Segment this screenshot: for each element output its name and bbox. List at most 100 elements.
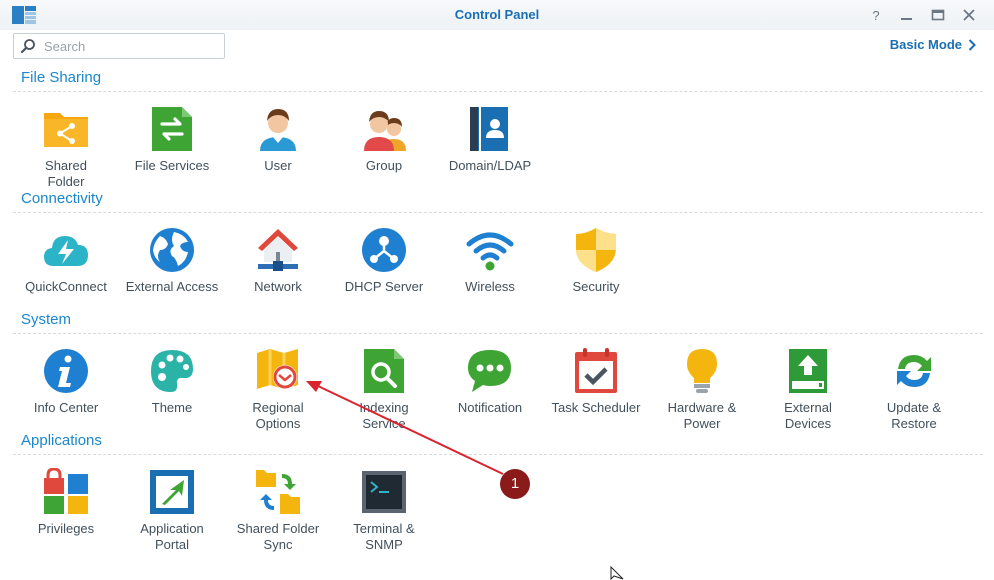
item-label-line2: Power: [683, 416, 721, 431]
section-divider: [13, 454, 983, 455]
user-icon: [260, 109, 296, 151]
quickconnect-icon: [44, 236, 88, 266]
notification-icon: [468, 350, 511, 392]
item-label: User: [264, 158, 292, 173]
section-title-connectivity: Connectivity: [21, 190, 103, 207]
close-button[interactable]: [959, 5, 979, 25]
item-label-line2: Service: [362, 416, 406, 431]
item-label-line1: Shared: [45, 158, 87, 173]
update-restore-icon: [897, 355, 931, 387]
network-item[interactable]: Network: [225, 226, 331, 295]
item-label-line2: Restore: [891, 416, 937, 431]
minimize-icon: [901, 18, 912, 20]
section-title-file-sharing: File Sharing: [21, 69, 102, 86]
regional-options-icon: [257, 349, 298, 389]
item-label-line1: Application: [140, 521, 204, 536]
title-bar: Control Panel ?: [0, 0, 994, 30]
window-title: Control Panel: [454, 7, 540, 22]
search-input[interactable]: [44, 37, 214, 55]
item-label: Theme: [151, 400, 193, 415]
item-label: QuickConnect: [25, 279, 107, 294]
info-center-icon: [44, 349, 88, 393]
item-label-line1: Shared Folder: [236, 521, 320, 536]
regional-options-item[interactable]: Regional Options: [225, 347, 331, 432]
security-item[interactable]: Security: [543, 226, 649, 295]
wireless-icon: [466, 232, 514, 271]
domain-ldap-icon: [470, 107, 508, 151]
indexing-service-item[interactable]: Indexing Service: [331, 347, 437, 432]
shared-folder-item[interactable]: Shared Folder: [13, 105, 119, 190]
item-label: Task Scheduler: [551, 400, 641, 415]
item-label: Wireless: [465, 279, 515, 294]
item-label: Domain/LDAP: [448, 158, 532, 173]
external-devices-item[interactable]: External Devices: [755, 347, 861, 432]
item-label: File Services: [134, 158, 210, 173]
shared-folder-sync-icon: [256, 470, 300, 514]
maximize-button[interactable]: [928, 5, 948, 25]
application-portal-icon: [150, 470, 194, 514]
basic-mode-link[interactable]: Basic Mode: [890, 37, 976, 52]
minimize-button[interactable]: [897, 5, 917, 25]
info-center-item[interactable]: Info Center: [13, 347, 119, 416]
application-portal-item[interactable]: Application Portal: [119, 468, 225, 553]
basic-mode-label: Basic Mode: [889, 37, 962, 52]
domain-ldap-item[interactable]: Domain/LDAP: [437, 105, 543, 174]
terminal-snmp-icon: [362, 471, 406, 513]
search-box[interactable]: [13, 33, 225, 59]
indexing-service-icon: [364, 349, 404, 393]
item-label: Notification: [457, 400, 523, 415]
user-item[interactable]: User: [225, 105, 331, 174]
item-label-line1: Indexing: [359, 400, 409, 415]
group-icon: [364, 111, 406, 151]
item-label: External Access: [125, 279, 219, 294]
item-label-line2: Devices: [784, 416, 832, 431]
item-label-line1: External: [784, 400, 832, 415]
task-scheduler-icon: [575, 348, 617, 393]
item-label: DHCP Server: [344, 279, 424, 294]
shared-folder-icon: [44, 113, 88, 147]
external-access-item[interactable]: External Access: [119, 226, 225, 295]
section-title-system: System: [21, 311, 72, 328]
notification-item[interactable]: Notification: [437, 347, 543, 416]
section-divider: [13, 333, 983, 334]
help-button[interactable]: ?: [866, 5, 886, 25]
item-label-line2: Sync: [263, 537, 293, 552]
item-label-line1: Update &: [886, 400, 942, 415]
external-devices-icon: [789, 349, 827, 393]
item-label-line2: Portal: [155, 537, 189, 552]
item-label-line2: Folder: [47, 174, 85, 189]
item-label: Privileges: [37, 521, 95, 536]
close-icon: [963, 9, 975, 21]
group-item[interactable]: Group: [331, 105, 437, 174]
item-label-line1: Hardware &: [667, 400, 737, 415]
dhcp-server-icon: [362, 228, 406, 272]
section-title-applications: Applications: [21, 432, 102, 449]
item-label-line2: Options: [255, 416, 301, 431]
external-access-icon: [150, 228, 194, 272]
section-divider: [13, 91, 983, 92]
item-label-line1: Regional: [252, 400, 304, 415]
update-restore-item[interactable]: Update & Restore: [861, 347, 967, 432]
section-divider: [13, 212, 983, 213]
item-label: Info Center: [33, 400, 99, 415]
item-label: Security: [572, 279, 620, 294]
maximize-icon: [931, 9, 945, 21]
dhcp-server-item[interactable]: DHCP Server: [331, 226, 437, 295]
search-icon: [20, 39, 35, 54]
wireless-item[interactable]: Wireless: [437, 226, 543, 295]
terminal-snmp-item[interactable]: Terminal & SNMP: [331, 468, 437, 553]
file-services-item[interactable]: File Services: [119, 105, 225, 174]
theme-item[interactable]: Theme: [119, 347, 225, 416]
privileges-icon: [44, 468, 88, 514]
annotation-badge: 1: [500, 469, 530, 499]
hardware-power-icon: [687, 349, 717, 393]
shared-folder-sync-item[interactable]: Shared Folder Sync: [225, 468, 331, 553]
task-scheduler-item[interactable]: Task Scheduler: [543, 347, 649, 416]
network-icon: [258, 229, 298, 271]
item-label: Group: [365, 158, 403, 173]
privileges-item[interactable]: Privileges: [13, 468, 119, 537]
hardware-power-item[interactable]: Hardware & Power: [649, 347, 755, 432]
quickconnect-item[interactable]: QuickConnect: [13, 226, 119, 295]
chevron-right-icon: [968, 39, 976, 51]
item-label: Network: [254, 279, 302, 294]
